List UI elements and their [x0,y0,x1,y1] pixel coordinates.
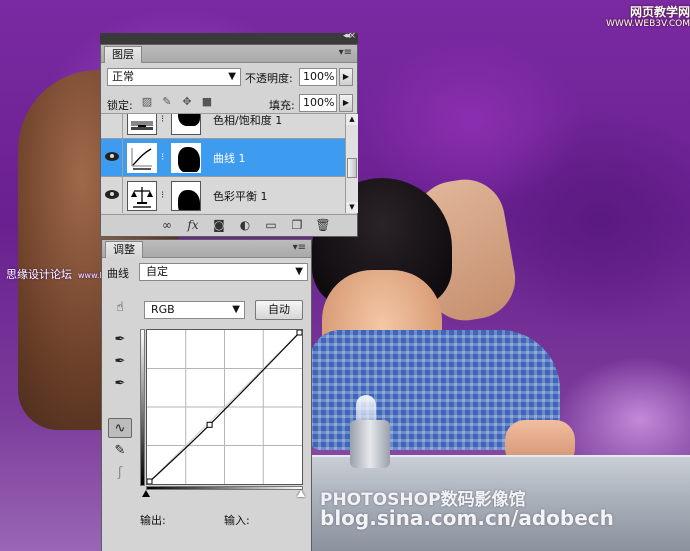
visibility-toggle[interactable] [101,177,123,213]
layer-list: ⁝ 色相/饱和度 1 ⁝ 曲线 1 ⁝ 色彩平衡 1 [101,114,345,213]
output-gradient [140,329,145,486]
adjust-tabbar: 调整 ▾≡ [102,240,311,258]
layer-row-color-balance[interactable]: ⁝ 色彩平衡 1 [101,177,345,213]
lock-label: 锁定: [107,99,133,112]
lock-all-icon[interactable]: ■ [201,95,213,108]
tab-adjustments[interactable]: 调整 [105,241,143,258]
watermark-forum-name: 思缘设计论坛 [6,268,72,281]
layer-name: 曲线 1 [213,152,246,165]
chevron-down-icon: ▼ [232,304,240,315]
layer-mask-thumbnail[interactable] [171,181,201,211]
white-point-slider[interactable] [297,490,305,497]
fill-stepper[interactable]: ▶ [339,94,353,112]
gray-eyedropper-icon[interactable]: ✒ [108,352,132,372]
chevron-down-icon: ▼ [295,266,303,277]
visibility-toggle[interactable] [101,114,123,138]
new-layer-icon[interactable]: ❐ [289,218,305,232]
curve-svg[interactable] [147,330,302,484]
mask-link-icon[interactable]: ⁝ [161,190,164,201]
smooth-icon[interactable]: ʃ [108,463,132,483]
blend-mode-value: 正常 [112,70,134,83]
scroll-thumb[interactable] [347,158,357,178]
opacity-stepper[interactable]: ▶ [339,68,353,86]
eye-icon [105,152,119,161]
preset-value: 自定 [146,265,168,278]
visibility-toggle[interactable] [101,139,123,176]
layer-name: 色相/饱和度 1 [213,114,283,127]
black-point-slider[interactable] [142,490,150,497]
auto-button[interactable]: 自动 [255,300,303,320]
opacity-input[interactable]: 100% [299,68,337,86]
lock-position-icon[interactable]: ✥ [181,95,193,108]
curves-label: 曲线 [107,267,129,280]
adjustment-layer-icon[interactable]: ◐ [237,218,253,232]
preset-select[interactable]: 自定 ▼ [139,263,308,281]
layers-panel: 图层 ▾≡ 正常 ▼ 不透明度: 100% ▶ 锁定: ▨ ✎ ✥ ■ 填充: … [100,44,358,237]
adjustments-panel: 调整 ▾≡ 曲线 自定 ▼ ☝ ✒ ✒ ✒ ∿ ✎ ʃ RGB ▼ 自动 输出:… [101,239,312,551]
lock-transparent-icon[interactable]: ▨ [141,95,153,108]
watermark-site-name: 网页教学网 [630,5,690,19]
panel-menu-icon[interactable]: ▾≡ [293,242,306,253]
lock-image-icon[interactable]: ✎ [161,95,173,108]
layer-name: 色彩平衡 1 [213,190,268,203]
group-icon[interactable]: ▭ [263,218,279,232]
panel-dock-strip[interactable]: ◂◂ × [100,31,358,44]
panel-menu-icon[interactable]: ▾≡ [339,47,352,58]
fill-label: 填充: [269,99,295,112]
link-layers-icon[interactable]: ∞ [159,218,175,232]
curve-control-point[interactable] [206,421,213,428]
channel-value: RGB [151,303,175,316]
top-right-watermark: 网页教学网 WWW.WEB3V.COM [606,6,690,30]
channel-select[interactable]: RGB ▼ [144,301,245,319]
mask-link-icon[interactable]: ⁝ [161,152,164,163]
hue-saturation-icon [127,114,157,135]
layer-row-curves[interactable]: ⁝ 曲线 1 [101,139,345,177]
fountain-tap [350,420,390,468]
output-label: 输出: [140,514,166,527]
watermark-site-url: WWW.WEB3V.COM [606,19,690,29]
scroll-up-icon[interactable]: ▲ [346,114,358,125]
chevron-down-icon: ▼ [228,71,236,82]
close-icon[interactable]: × [348,31,356,41]
layers-scrollbar[interactable]: ▲ ▼ [345,114,358,213]
tab-layers[interactable]: 图层 [104,46,142,63]
black-eyedropper-icon[interactable]: ✒ [108,330,132,350]
lock-icons: ▨ ✎ ✥ ■ [141,95,213,108]
layers-tabbar: 图层 ▾≡ [101,45,357,63]
mask-link-icon[interactable]: ⁝ [161,114,164,125]
collapse-icon[interactable]: ◂◂ [343,31,350,41]
pencil-icon[interactable]: ✎ [108,441,132,461]
blend-mode-select[interactable]: 正常 ▼ [107,68,241,86]
layer-mask-thumbnail[interactable] [171,143,201,173]
color-balance-icon [127,181,157,211]
curves-icon [127,143,157,173]
layer-row-hue-saturation[interactable]: ⁝ 色相/饱和度 1 [101,114,345,139]
target-adjust-icon[interactable]: ☝ [108,298,132,318]
scroll-down-icon[interactable]: ▼ [346,202,358,213]
input-label: 输入: [224,514,250,527]
eye-icon [105,190,119,199]
fx-icon[interactable]: fx [185,218,201,232]
fill-input[interactable]: 100% [299,94,337,112]
curve-points-icon[interactable]: ∿ [108,418,132,438]
curve-control-point[interactable] [296,330,302,336]
trash-icon[interactable]: 🗑 [315,218,331,232]
layer-mask-thumbnail[interactable] [171,114,201,135]
layers-footer: ∞ fx ◙ ◐ ▭ ❐ 🗑 [101,214,357,236]
layer-mask-icon[interactable]: ◙ [211,218,227,232]
bottom-watermark-url: blog.sina.com.cn/adobech [320,506,614,530]
curve-control-point[interactable] [147,478,153,484]
curve-graph[interactable] [146,329,303,485]
white-eyedropper-icon[interactable]: ✒ [108,374,132,394]
opacity-label: 不透明度: [245,72,293,85]
input-gradient [146,486,303,490]
